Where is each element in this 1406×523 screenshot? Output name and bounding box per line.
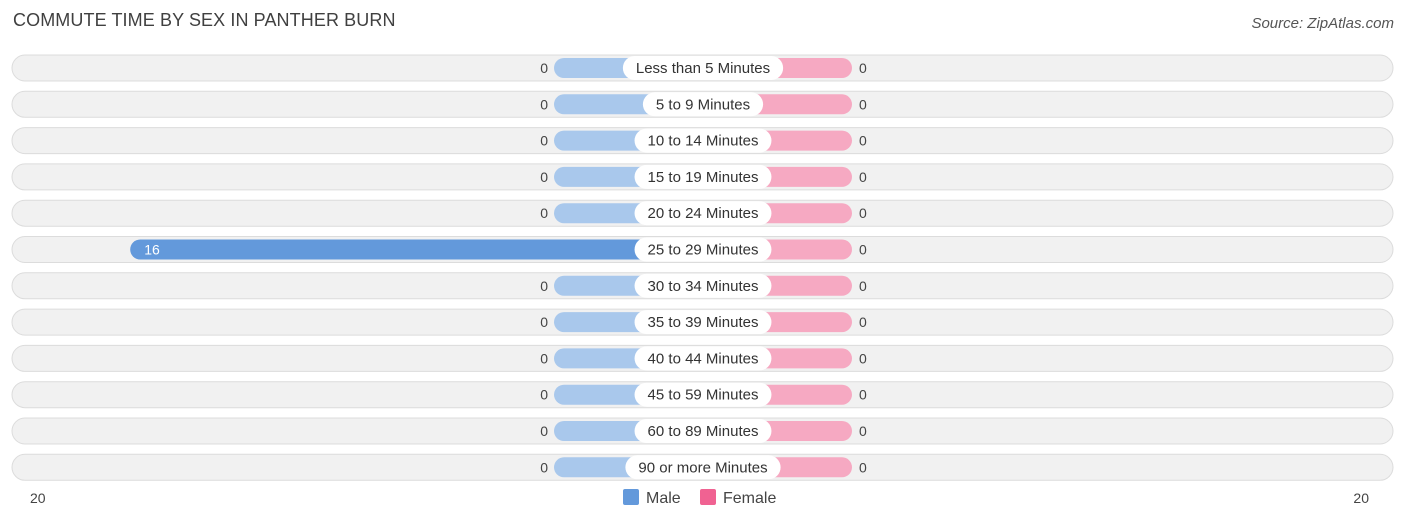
- chart-row: 0 0 15 to 19 Minutes: [11, 163, 1394, 191]
- female-value-label: 0: [859, 350, 867, 366]
- male-value-label: 0: [540, 387, 548, 403]
- female-value-label: 0: [859, 387, 867, 403]
- male-value-label: 0: [540, 278, 548, 294]
- legend: Male Female: [623, 489, 776, 507]
- category-label: 40 to 44 Minutes: [648, 350, 759, 367]
- category-label: 60 to 89 Minutes: [648, 423, 759, 440]
- chart-row: 0 0 35 to 39 Minutes: [11, 308, 1394, 336]
- male-value-label: 0: [540, 60, 548, 76]
- chart-row: 16 0 25 to 29 Minutes: [11, 236, 1394, 263]
- category-label: 90 or more Minutes: [638, 459, 767, 476]
- chart-row: 0 0 20 to 24 Minutes: [11, 199, 1394, 227]
- category-label: 45 to 59 Minutes: [648, 387, 759, 404]
- female-value-label: 0: [859, 133, 867, 149]
- category-label: 35 to 39 Minutes: [648, 314, 759, 331]
- male-value-label: 0: [540, 96, 548, 112]
- axis-left-tick-label: 20: [30, 490, 46, 506]
- category-label: 15 to 19 Minutes: [648, 169, 759, 186]
- legend-male-swatch: [623, 489, 639, 505]
- male-value-label: 0: [540, 423, 548, 439]
- chart-row: 0 0 90 or more Minutes: [11, 453, 1394, 481]
- female-value-label: 0: [859, 96, 867, 112]
- chart-row: 0 0 60 to 89 Minutes: [11, 417, 1394, 445]
- chart-row: 0 0 Less than 5 Minutes: [11, 54, 1394, 82]
- male-value-label: 0: [540, 169, 548, 185]
- female-value-label: 0: [859, 278, 867, 294]
- chart-row: 0 0 30 to 34 Minutes: [11, 272, 1394, 300]
- female-value-label: 0: [859, 242, 867, 258]
- chart-row: 0 0 40 to 44 Minutes: [11, 344, 1394, 372]
- category-label: 10 to 14 Minutes: [648, 133, 759, 150]
- chart-row: 0 0 10 to 14 Minutes: [11, 127, 1394, 155]
- female-value-label: 0: [859, 60, 867, 76]
- chart-row: 0 0 5 to 9 Minutes: [11, 90, 1394, 118]
- male-value-label: 0: [540, 205, 548, 221]
- male-value-label: 0: [540, 459, 548, 475]
- legend-female-swatch: [700, 489, 716, 505]
- chart-row: 0 0 45 to 59 Minutes: [11, 381, 1394, 409]
- axis-right-tick-label: 20: [1353, 490, 1369, 506]
- male-value-label: 0: [540, 133, 548, 149]
- category-label: Less than 5 Minutes: [636, 60, 770, 77]
- category-label: 20 to 24 Minutes: [648, 205, 759, 222]
- chart-canvas: 0 0Less than 5 Minutes0 05 to 9 Minutes0 01…: [11, 54, 1394, 507]
- chart-rows: 0 0Less than 5 Minutes0 05 to 9 Minutes0 01…: [11, 54, 1394, 481]
- male-value-label: 0: [540, 350, 548, 366]
- female-value-label: 0: [859, 459, 867, 475]
- female-value-label: 0: [859, 169, 867, 185]
- legend-male-label: Male: [646, 490, 681, 507]
- legend-female-label: Female: [723, 490, 776, 507]
- category-label: 25 to 29 Minutes: [648, 242, 759, 259]
- female-value-label: 0: [859, 314, 867, 330]
- male-value-label: 0: [540, 314, 548, 330]
- female-value-label: 0: [859, 205, 867, 221]
- category-label: 5 to 9 Minutes: [656, 96, 750, 113]
- category-label: 30 to 34 Minutes: [648, 278, 759, 295]
- female-value-label: 0: [859, 423, 867, 439]
- male-value-label: 16: [144, 242, 160, 258]
- male-bar: [130, 239, 703, 260]
